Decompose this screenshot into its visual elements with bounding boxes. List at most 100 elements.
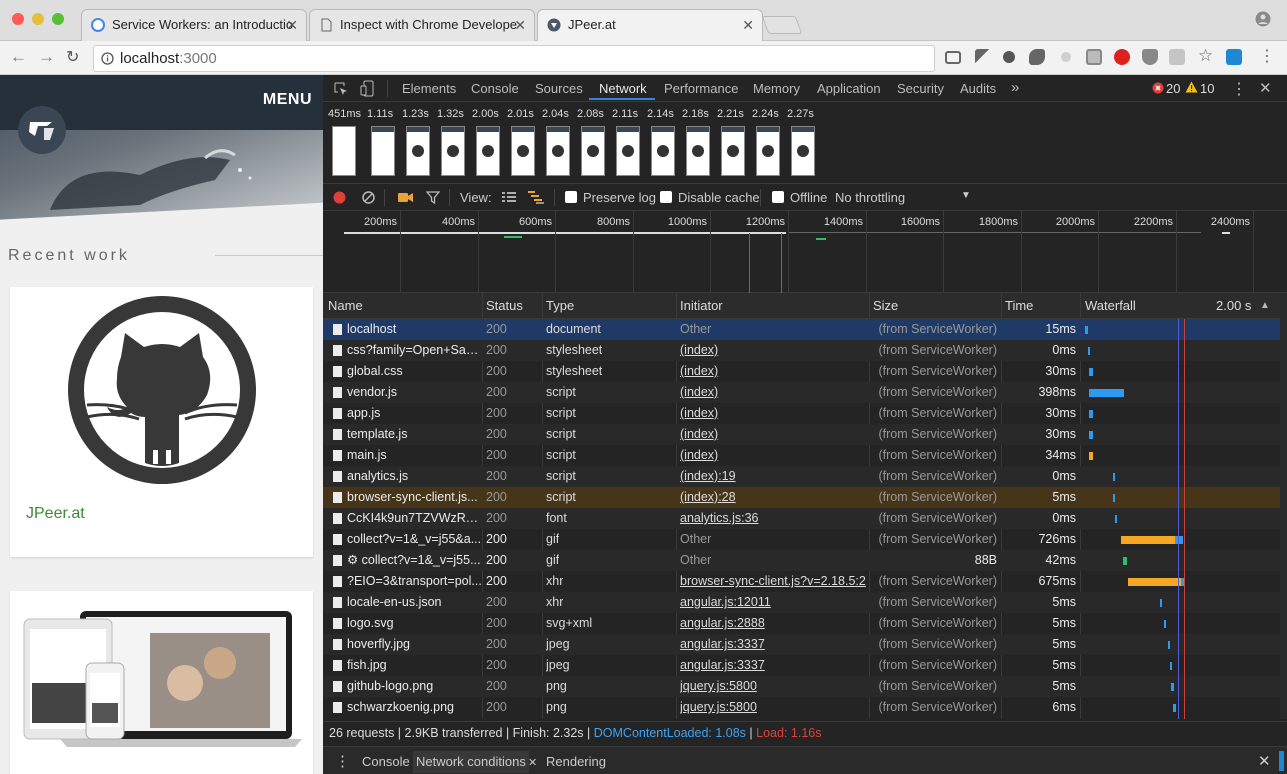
request-initiator[interactable]: (index) xyxy=(680,424,866,445)
filmstrip-frame[interactable] xyxy=(441,126,465,176)
waterfall-view-icon[interactable] xyxy=(528,191,544,204)
device-toolbar-icon[interactable] xyxy=(360,80,374,97)
filmstrip-frame[interactable] xyxy=(756,126,780,176)
request-initiator[interactable]: angular.js:2888 xyxy=(680,613,866,634)
preserve-log-checkbox[interactable] xyxy=(565,191,577,203)
info-icon[interactable] xyxy=(101,52,114,65)
tab-performance[interactable]: Performance xyxy=(664,81,738,96)
waterfall-bar[interactable] xyxy=(1089,452,1093,460)
request-name[interactable]: css?family=Open+San... xyxy=(347,340,482,361)
table-row[interactable]: browser-sync-client.js... 200 script (index… xyxy=(323,487,1280,508)
request-name[interactable]: global.css xyxy=(347,361,482,382)
warning-icon[interactable] xyxy=(1185,81,1198,93)
close-tab-icon[interactable]: ✕ xyxy=(742,10,754,40)
request-name[interactable]: browser-sync-client.js... xyxy=(347,487,482,508)
waterfall-bar[interactable] xyxy=(1160,599,1162,607)
tab-application[interactable]: Application xyxy=(817,81,881,96)
request-name[interactable]: CcKI4k9un7TZVWzRV... xyxy=(347,508,482,529)
table-row[interactable]: locale-en-us.json 200 xhr angular.js:12011 (… xyxy=(323,592,1280,613)
request-name[interactable]: ?EIO=3&transport=pol... xyxy=(347,571,482,592)
table-row[interactable]: localhost 200 document Other (from ServiceWo… xyxy=(323,319,1280,340)
table-row[interactable]: app.js 200 script (index) (from ServiceWorke… xyxy=(323,403,1280,424)
request-name[interactable]: app.js xyxy=(347,403,482,424)
table-row[interactable]: vendor.js 200 script (index) (from ServiceWo… xyxy=(323,382,1280,403)
tab-elements[interactable]: Elements xyxy=(402,81,456,96)
new-tab-button[interactable] xyxy=(761,16,803,34)
address-bar[interactable]: localhost:3000 xyxy=(93,45,935,72)
column-type[interactable]: Type xyxy=(546,298,574,313)
column-initiator[interactable]: Initiator xyxy=(680,298,723,313)
drawer-scroll-thumb[interactable] xyxy=(1279,751,1284,771)
menu-button[interactable]: MENU xyxy=(263,91,312,109)
project-card[interactable]: JPeer.at xyxy=(10,287,313,557)
tab-console[interactable]: Console xyxy=(471,81,519,96)
request-name[interactable]: fish.jpg xyxy=(347,655,482,676)
request-name[interactable]: template.js xyxy=(347,424,482,445)
request-name[interactable]: github-logo.png xyxy=(347,676,482,697)
waterfall-bar[interactable] xyxy=(1128,578,1183,586)
close-tab-icon[interactable]: ✕ xyxy=(514,10,526,40)
request-initiator[interactable]: angular.js:12011 xyxy=(680,592,866,613)
filter-icon[interactable] xyxy=(426,191,440,204)
waterfall-bar[interactable] xyxy=(1115,515,1117,523)
request-name[interactable]: locale-en-us.json xyxy=(347,592,482,613)
table-row[interactable]: CcKI4k9un7TZVWzRV... 200 font analytics.js:… xyxy=(323,508,1280,529)
column-name[interactable]: Name xyxy=(328,298,363,313)
browser-tab-inspect[interactable]: Inspect with Chrome Develope ✕ xyxy=(309,9,535,41)
tab-audits[interactable]: Audits xyxy=(960,81,996,96)
filmstrip-frame[interactable] xyxy=(511,126,535,176)
shield-extension-icon[interactable] xyxy=(1142,49,1158,65)
warning-count[interactable]: 10 xyxy=(1200,81,1214,96)
request-initiator[interactable]: angular.js:3337 xyxy=(680,655,866,676)
waterfall-bar[interactable] xyxy=(1113,494,1115,502)
close-window-button[interactable] xyxy=(12,13,24,25)
table-row[interactable]: logo.svg 200 svg+xml angular.js:2888 (from S… xyxy=(323,613,1280,634)
table-row[interactable]: ⚙ collect?v=1&_v=j55... 200 gif Other 88B 42m… xyxy=(323,550,1280,571)
drawer-tab-rendering[interactable]: Rendering xyxy=(546,754,606,769)
request-name[interactable]: hoverfly.jpg xyxy=(347,634,482,655)
filmstrip-frame[interactable] xyxy=(686,126,710,176)
project-card-title[interactable]: JPeer.at xyxy=(26,505,85,523)
close-tab-icon[interactable]: ✕ xyxy=(286,10,298,40)
request-name[interactable]: analytics.js xyxy=(347,466,482,487)
bug-extension-icon[interactable] xyxy=(1003,51,1015,63)
table-scrollbar[interactable] xyxy=(1280,293,1287,719)
sort-ascending-icon[interactable]: ▲ xyxy=(1260,300,1270,311)
eyedropper-icon[interactable] xyxy=(975,49,991,65)
column-status[interactable]: Status xyxy=(486,298,523,313)
browser-tab-jpeer[interactable]: JPeer.at ✕ xyxy=(537,9,763,42)
grid-extension-icon[interactable] xyxy=(1086,49,1102,65)
waterfall-bar[interactable] xyxy=(1121,536,1175,544)
table-row[interactable]: global.css 200 stylesheet (index) (from Serv… xyxy=(323,361,1280,382)
waterfall-bar[interactable] xyxy=(1168,641,1170,649)
table-row[interactable]: fish.jpg 200 jpeg angular.js:3337 (from Serv… xyxy=(323,655,1280,676)
offline-checkbox[interactable] xyxy=(772,191,784,203)
table-row[interactable]: hoverfly.jpg 200 jpeg angular.js:3337 (from … xyxy=(323,634,1280,655)
error-count[interactable]: 20 xyxy=(1166,81,1180,96)
project-card[interactable] xyxy=(10,591,313,774)
waterfall-bar[interactable] xyxy=(1085,326,1088,334)
request-initiator[interactable]: (index) xyxy=(680,340,866,361)
tab-memory[interactable]: Memory xyxy=(753,81,800,96)
filmstrip-frame[interactable] xyxy=(616,126,640,176)
filmstrip-frame[interactable] xyxy=(546,126,570,176)
request-initiator[interactable]: jquery.js:5800 xyxy=(680,697,866,718)
request-name[interactable]: vendor.js xyxy=(347,382,482,403)
tab-security[interactable]: Security xyxy=(897,81,944,96)
waterfall-bar[interactable] xyxy=(1113,473,1115,481)
record-icon[interactable] xyxy=(333,191,346,204)
drawer-tab-console[interactable]: Console xyxy=(362,754,410,769)
chrome-menu-icon[interactable]: ⋮ xyxy=(1259,46,1275,66)
waterfall-bar[interactable] xyxy=(1171,683,1174,691)
list-view-icon[interactable] xyxy=(502,192,516,203)
site-logo[interactable] xyxy=(18,106,66,154)
more-tabs-button[interactable]: » xyxy=(1011,79,1019,96)
drawer-tab-network-conditions[interactable]: Network conditions xyxy=(413,751,529,773)
request-initiator[interactable]: (index) xyxy=(680,445,866,466)
column-time[interactable]: Time xyxy=(1005,298,1033,313)
request-initiator[interactable]: browser-sync-client.js?v=2.18.5:2 xyxy=(680,571,866,592)
inspect-element-icon[interactable] xyxy=(334,82,348,96)
chat-extension-icon[interactable] xyxy=(1029,49,1045,65)
browser-tab-service-workers[interactable]: Service Workers: an Introductio ✕ xyxy=(81,9,307,41)
devtools-menu-icon[interactable]: ⋮ xyxy=(1231,79,1247,99)
